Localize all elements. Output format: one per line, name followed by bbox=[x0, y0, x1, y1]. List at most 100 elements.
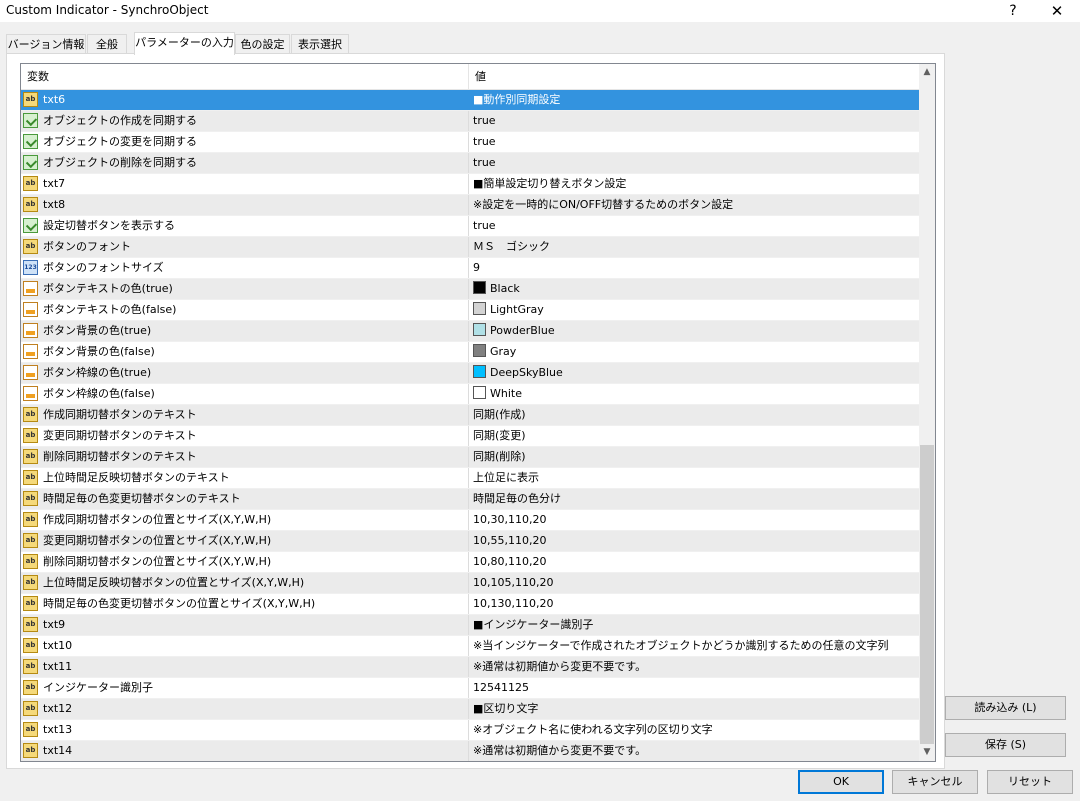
tab-visualization[interactable]: 表示選択 bbox=[291, 34, 349, 54]
parameter-value[interactable]: true bbox=[473, 111, 913, 131]
parameter-value[interactable]: true bbox=[473, 132, 913, 152]
string-type-icon: ab bbox=[23, 428, 38, 443]
save-button[interactable]: 保存 (S) bbox=[945, 733, 1066, 757]
parameter-row[interactable]: オブジェクトの削除を同期する true bbox=[21, 153, 919, 174]
close-button[interactable]: ✕ bbox=[1034, 0, 1080, 22]
parameter-name: 変更同期切替ボタンのテキスト bbox=[43, 429, 197, 442]
parameter-name: 削除同期切替ボタンのテキスト bbox=[43, 450, 197, 463]
parameter-row[interactable]: ab txt6 ■動作別同期設定 bbox=[21, 90, 919, 111]
parameter-row[interactable]: ab 変更同期切替ボタンのテキスト 同期(変更) bbox=[21, 426, 919, 447]
parameter-value[interactable]: true bbox=[473, 216, 913, 236]
parameter-value[interactable]: DeepSkyBlue bbox=[473, 363, 913, 383]
parameter-row[interactable]: ab 時間足毎の色変更切替ボタンの位置とサイズ(X,Y,W,H) 10,130,11… bbox=[21, 594, 919, 615]
parameter-value[interactable]: ※設定を一時的にON/OFF切替するためのボタン設定 bbox=[473, 195, 913, 215]
parameter-row[interactable]: ボタン背景の色(false) Gray bbox=[21, 342, 919, 363]
parameter-row[interactable]: ab txt8 ※設定を一時的にON/OFF切替するためのボタン設定 bbox=[21, 195, 919, 216]
parameter-value[interactable]: 10,105,110,20 bbox=[473, 573, 913, 593]
parameter-value[interactable]: 10,30,110,20 bbox=[473, 510, 913, 530]
parameter-row[interactable]: 123 ボタンのフォントサイズ 9 bbox=[21, 258, 919, 279]
parameter-value[interactable]: ■区切り文字 bbox=[473, 699, 913, 719]
parameter-row[interactable]: ab 上位時間足反映切替ボタンの位置とサイズ(X,Y,W,H) 10,105,110… bbox=[21, 573, 919, 594]
parameter-value[interactable]: White bbox=[473, 384, 913, 404]
parameter-value[interactable]: 10,130,110,20 bbox=[473, 594, 913, 614]
parameter-row[interactable]: ボタン背景の色(true) PowderBlue bbox=[21, 321, 919, 342]
parameter-row[interactable]: ボタン枠線の色(false) White bbox=[21, 384, 919, 405]
parameter-name: txt11 bbox=[43, 660, 73, 673]
scroll-down-arrow-icon[interactable]: ▼ bbox=[919, 744, 935, 761]
parameter-row[interactable]: ab ボタンのフォント ＭＳ ゴシック bbox=[21, 237, 919, 258]
tab-general[interactable]: 全般 bbox=[87, 34, 127, 54]
header-value[interactable]: 値 bbox=[469, 64, 919, 89]
scroll-thumb[interactable] bbox=[920, 445, 934, 744]
parameter-row[interactable]: ボタン枠線の色(true) DeepSkyBlue bbox=[21, 363, 919, 384]
parameter-value[interactable]: ＭＳ ゴシック bbox=[473, 237, 913, 257]
vertical-scrollbar[interactable]: ▲ ▼ bbox=[919, 64, 935, 761]
parameter-row[interactable]: ab txt12 ■区切り文字 bbox=[21, 699, 919, 720]
scroll-up-arrow-icon[interactable]: ▲ bbox=[919, 64, 935, 81]
load-button[interactable]: 読み込み (L) bbox=[945, 696, 1066, 720]
parameter-row[interactable]: ボタンテキストの色(true) Black bbox=[21, 279, 919, 300]
parameter-row[interactable]: ab txt13 ※オブジェクト名に使われる文字列の区切り文字 bbox=[21, 720, 919, 741]
parameter-value[interactable]: 同期(作成) bbox=[473, 405, 913, 425]
tab-parameters[interactable]: パラメーターの入力 bbox=[134, 32, 235, 55]
parameter-value[interactable]: ■簡単設定切り替えボタン設定 bbox=[473, 174, 913, 194]
string-type-icon: ab bbox=[23, 407, 38, 422]
parameter-value[interactable]: ■動作別同期設定 bbox=[473, 90, 913, 110]
parameter-row[interactable]: ab 削除同期切替ボタンのテキスト 同期(削除) bbox=[21, 447, 919, 468]
header-variable[interactable]: 変数 bbox=[21, 64, 469, 89]
parameter-row[interactable]: ab インジケーター識別子 12541125 bbox=[21, 678, 919, 699]
string-type-icon: ab bbox=[23, 554, 38, 569]
parameter-row[interactable]: ab txt7 ■簡単設定切り替えボタン設定 bbox=[21, 174, 919, 195]
parameter-value[interactable]: ※オブジェクト名に使われる文字列の区切り文字 bbox=[473, 720, 913, 740]
help-button[interactable]: ? bbox=[990, 0, 1036, 22]
column-divider bbox=[468, 300, 469, 320]
scroll-track[interactable] bbox=[919, 81, 935, 744]
parameter-value[interactable]: ※通常は初期値から変更不要です。 bbox=[473, 657, 913, 677]
color-type-icon bbox=[23, 323, 38, 338]
parameter-value[interactable]: 10,55,110,20 bbox=[473, 531, 913, 551]
parameter-row[interactable]: ab txt10 ※当インジケーターで作成されたオブジェクトかどうか識別するための任… bbox=[21, 636, 919, 657]
color-name: LightGray bbox=[490, 303, 544, 316]
column-divider bbox=[468, 741, 469, 761]
column-divider bbox=[468, 174, 469, 194]
parameter-value[interactable]: ※通常は初期値から変更不要です。 bbox=[473, 741, 913, 761]
parameter-value[interactable]: LightGray bbox=[473, 300, 913, 320]
parameter-row[interactable]: ab 変更同期切替ボタンの位置とサイズ(X,Y,W,H) 10,55,110,20 bbox=[21, 531, 919, 552]
parameter-row[interactable]: ab 削除同期切替ボタンの位置とサイズ(X,Y,W,H) 10,80,110,20 bbox=[21, 552, 919, 573]
parameter-row[interactable]: オブジェクトの変更を同期する true bbox=[21, 132, 919, 153]
parameter-row[interactable]: ab 上位時間足反映切替ボタンのテキスト 上位足に表示 bbox=[21, 468, 919, 489]
string-type-icon: ab bbox=[23, 617, 38, 632]
parameter-row[interactable]: ab 時間足毎の色変更切替ボタンのテキスト 時間足毎の色分け bbox=[21, 489, 919, 510]
color-name: Black bbox=[490, 282, 520, 295]
parameter-value[interactable]: 上位足に表示 bbox=[473, 468, 913, 488]
parameter-value[interactable]: true bbox=[473, 153, 913, 173]
parameter-value[interactable]: Black bbox=[473, 279, 913, 299]
parameter-value[interactable]: ※当インジケーターで作成されたオブジェクトかどうか識別するための任意の文字列 bbox=[473, 636, 913, 656]
tab-colors[interactable]: 色の設定 bbox=[235, 34, 290, 54]
parameter-value[interactable]: 同期(変更) bbox=[473, 426, 913, 446]
parameter-row[interactable]: ボタンテキストの色(false) LightGray bbox=[21, 300, 919, 321]
grid-header: 変数 値 bbox=[21, 64, 919, 90]
parameter-value[interactable]: 時間足毎の色分け bbox=[473, 489, 913, 509]
parameter-row[interactable]: 設定切替ボタンを表示する true bbox=[21, 216, 919, 237]
parameter-row[interactable]: オブジェクトの作成を同期する true bbox=[21, 111, 919, 132]
parameter-row[interactable]: ab txt11 ※通常は初期値から変更不要です。 bbox=[21, 657, 919, 678]
tab-version-info[interactable]: バージョン情報 bbox=[6, 34, 86, 54]
color-swatch bbox=[473, 302, 486, 315]
parameter-row[interactable]: ab 作成同期切替ボタンのテキスト 同期(作成) bbox=[21, 405, 919, 426]
parameter-row[interactable]: ab txt9 ■インジケーター識別子 bbox=[21, 615, 919, 636]
cancel-button[interactable]: キャンセル bbox=[892, 770, 978, 794]
parameter-name: 作成同期切替ボタンの位置とサイズ(X,Y,W,H) bbox=[43, 513, 272, 526]
parameter-value[interactable]: PowderBlue bbox=[473, 321, 913, 341]
parameter-value[interactable]: 同期(削除) bbox=[473, 447, 913, 467]
column-divider bbox=[468, 216, 469, 236]
parameter-row[interactable]: ab 作成同期切替ボタンの位置とサイズ(X,Y,W,H) 10,30,110,20 bbox=[21, 510, 919, 531]
parameter-value[interactable]: ■インジケーター識別子 bbox=[473, 615, 913, 635]
parameter-value[interactable]: Gray bbox=[473, 342, 913, 362]
reset-button[interactable]: リセット bbox=[987, 770, 1073, 794]
ok-button[interactable]: OK bbox=[798, 770, 884, 794]
parameter-value[interactable]: 10,80,110,20 bbox=[473, 552, 913, 572]
parameter-value[interactable]: 9 bbox=[473, 258, 913, 278]
parameter-row[interactable]: ab txt14 ※通常は初期値から変更不要です。 bbox=[21, 741, 919, 761]
parameter-value[interactable]: 12541125 bbox=[473, 678, 913, 698]
